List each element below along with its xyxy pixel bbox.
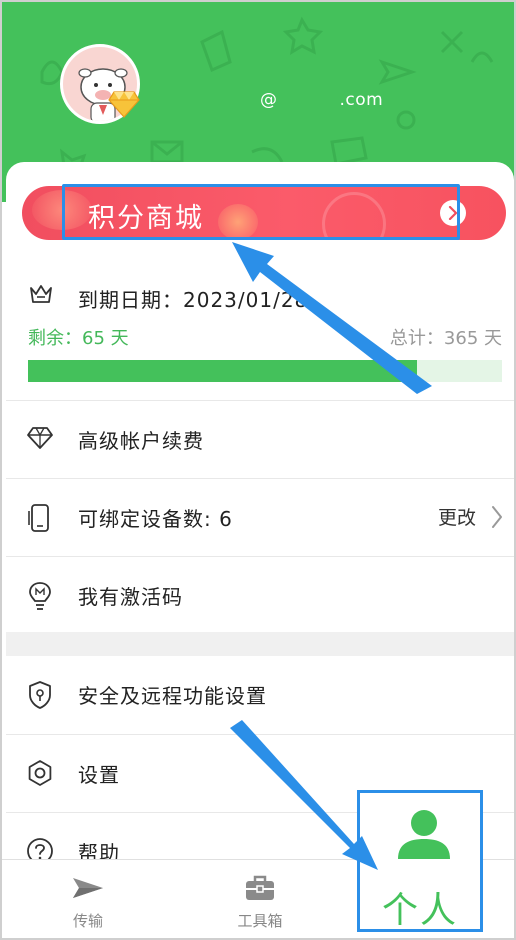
section-divider <box>6 632 514 656</box>
account-email: @ .com <box>260 90 383 110</box>
diamond-badge-icon <box>108 91 140 118</box>
points-mall-highlight <box>62 184 460 240</box>
nav-label-toolbox: 工具箱 <box>237 912 283 930</box>
menu-label-devices: 可绑定设备数: 6 <box>78 507 233 531</box>
nav-tab-toolbox[interactable]: 工具箱 <box>174 860 346 938</box>
remaining-days: 剩余：65 天 <box>28 328 129 349</box>
email-domain: .com <box>339 90 384 110</box>
menu-label-security: 安全及远程功能设置 <box>78 684 267 708</box>
paper-plane-icon <box>73 878 103 898</box>
email-at: @ <box>260 90 278 110</box>
menu-label-settings: 设置 <box>78 763 120 787</box>
gear-icon <box>28 760 52 786</box>
membership-progress-fill <box>28 360 417 382</box>
user-profile-icon <box>398 810 450 859</box>
shield-lock-icon <box>29 681 51 709</box>
total-days: 总计：365 天 <box>389 328 502 349</box>
change-devices-link[interactable]: 更改 <box>438 503 476 530</box>
menu-item-devices[interactable]: 可绑定设备数: 6 更改 <box>6 478 514 556</box>
phone-icon <box>28 504 49 532</box>
diamond-icon <box>27 427 53 449</box>
chevron-right-icon <box>492 506 502 528</box>
menu-label-activation: 我有激活码 <box>78 585 183 609</box>
app-frame: @ .com 积分商城 到期日期：2023/01/28 剩余：65 天 总计：36… <box>0 0 516 940</box>
crown-icon <box>30 285 52 303</box>
nav-label-me: 个人 <box>381 890 458 931</box>
membership-progress <box>28 360 502 382</box>
menu-label-renew: 高级帐户续费 <box>78 429 204 453</box>
toolbox-icon <box>246 875 274 900</box>
nav-tab-transfer[interactable]: 传输 <box>2 860 174 938</box>
menu-item-renew[interactable]: 高级帐户续费 <box>6 400 514 478</box>
nav-label-transfer: 传输 <box>72 912 103 930</box>
lightbulb-icon <box>29 582 51 610</box>
expiry-date: 到期日期：2023/01/28 <box>78 288 309 312</box>
account-card: 积分商城 到期日期：2023/01/28 剩余：65 天 总计：365 天 高级 <box>6 162 514 882</box>
menu-item-activation[interactable]: 我有激活码 <box>6 556 514 634</box>
nav-tab-me[interactable]: 个人 <box>357 790 483 932</box>
menu-item-security[interactable]: 安全及远程功能设置 <box>6 656 514 734</box>
expiry-row: 到期日期：2023/01/28 <box>28 280 498 314</box>
